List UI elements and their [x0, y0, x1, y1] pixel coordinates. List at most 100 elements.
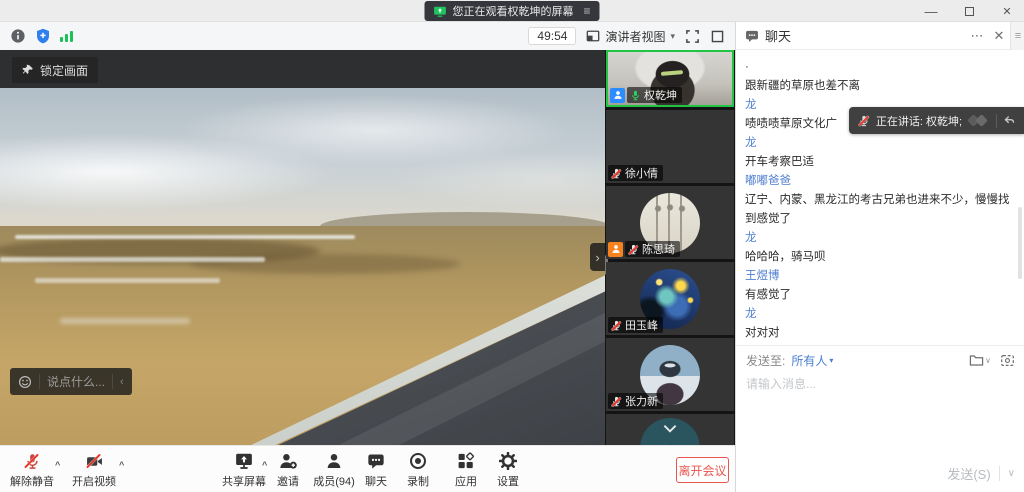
mic-on-icon: [630, 90, 641, 101]
panel-menu-handle[interactable]: ≡: [1010, 22, 1024, 50]
chat-panel: 聊天 ⋯ ✕ ≡ · 跟新疆的草原也差不离 龙 啧啧啧草原文化广 龙 开车考察巴…: [735, 22, 1024, 492]
network-signal-icon[interactable]: [60, 30, 73, 42]
quick-chat-collapse-icon[interactable]: ‹: [120, 376, 124, 388]
chat-message: ·: [745, 58, 1017, 77]
send-file-button[interactable]: ∨: [969, 353, 991, 368]
chat-header: 聊天 ⋯ ✕ ≡: [736, 22, 1024, 50]
participant-tile-partial[interactable]: [606, 414, 734, 445]
mic-muted-icon: [611, 396, 622, 407]
chat-close-button[interactable]: ✕: [988, 22, 1010, 50]
camera-off-icon: [86, 453, 103, 470]
leave-meeting-button[interactable]: 离开会议: [676, 457, 729, 483]
participant-tile[interactable]: 张力新: [606, 338, 734, 411]
security-shield-icon[interactable]: [35, 28, 51, 44]
send-to-label: 发送至:: [746, 352, 785, 369]
quick-chat-placeholder: 说点什么...: [47, 373, 105, 390]
record-icon: [409, 452, 427, 470]
chat-icon: [367, 452, 385, 470]
screen-cast-icon: [433, 6, 446, 17]
start-video-label: 开启视频: [72, 473, 116, 489]
settings-button[interactable]: 设置: [478, 451, 538, 489]
send-button[interactable]: 发送(S): [947, 464, 990, 483]
chat-sender: 龙: [745, 134, 1017, 153]
member-badge-icon: [610, 88, 625, 103]
view-mode-caret-icon: ▾: [670, 31, 675, 42]
meeting-info-icon[interactable]: [10, 28, 26, 44]
mic-options-caret[interactable]: ^: [55, 460, 60, 470]
chat-sender: 龙: [745, 229, 1017, 248]
screenshot-icon[interactable]: [1000, 353, 1015, 368]
close-button[interactable]: ✕: [1000, 4, 1014, 18]
emoji-icon[interactable]: [18, 375, 32, 389]
pinned-view-badge[interactable]: 锁定画面: [12, 57, 98, 83]
quick-chat-bar[interactable]: 说点什么... ‹: [10, 368, 132, 395]
participant-tile[interactable]: 权乾坤: [606, 50, 734, 107]
scroll-more-chevron-icon[interactable]: [663, 424, 678, 434]
chat-sender: 王煜博: [745, 267, 1017, 286]
send-button-group: 发送(S) ∨: [947, 464, 1015, 483]
video-options-caret[interactable]: ^: [119, 460, 124, 470]
mic-muted-icon: [628, 244, 639, 255]
meeting-timer: 49:54: [528, 27, 576, 45]
mic-muted-icon: [858, 115, 870, 127]
window-layout-icon[interactable]: [710, 29, 725, 44]
meeting-info-toolbar: 49:54 演讲者视图 ▾: [0, 22, 735, 50]
members-icon: [325, 452, 343, 470]
watching-badge-text: 您正在观看权乾坤的屏幕: [452, 3, 573, 19]
send-to-caret-icon: ▾: [829, 356, 833, 365]
participant-tile[interactable]: 陈思琦: [606, 186, 734, 259]
send-to-selector[interactable]: 所有人 ▾: [791, 352, 833, 369]
mic-muted-icon: [611, 168, 622, 179]
chat-message: 对对对: [745, 324, 1017, 343]
start-video-button[interactable]: 开启视频: [64, 451, 124, 489]
participant-tile[interactable]: 田玉峰: [606, 262, 734, 335]
chat-message: 有感觉了: [745, 286, 1017, 305]
chat-compose-area: 发送至: 所有人 ▾ ∨ 发送(S) ∨: [736, 345, 1024, 492]
shared-screen-stage: 锁定画面 说点什么... ‹ ›: [0, 50, 605, 445]
settings-label: 设置: [497, 473, 519, 489]
speaking-toast: 正在讲话: 权乾坤;: [849, 107, 1024, 134]
chat-message-list: · 跟新疆的草原也差不离 龙 啧啧啧草原文化广 龙 开车考察巴适 嘟嘟爸爸 辽宁…: [736, 51, 1024, 367]
landscape-sky: [0, 88, 605, 228]
chat-more-button[interactable]: ⋯: [966, 22, 988, 50]
minimize-button[interactable]: —: [924, 4, 938, 18]
chat-message: 哈哈哈，骑马呗: [745, 248, 1017, 267]
send-to-value: 所有人: [791, 352, 827, 369]
unmute-label: 解除静音: [10, 473, 54, 489]
chat-message: 开车考察巴适: [745, 153, 1017, 172]
window-controls: — ✕: [924, 0, 1014, 22]
chat-scrollbar[interactable]: [1018, 207, 1022, 279]
participant-tile[interactable]: 徐小倩: [606, 110, 734, 183]
chat-sender: 嘟嘟爸爸: [745, 172, 1017, 191]
maximize-button[interactable]: [962, 4, 976, 18]
chat-button-label: 聊天: [365, 473, 387, 489]
send-options-caret-icon[interactable]: ∨: [1008, 468, 1015, 479]
participant-name: 权乾坤: [644, 87, 677, 103]
chat-bubble-icon: [745, 29, 759, 43]
watching-screen-badge: 您正在观看权乾坤的屏幕 ≡: [424, 1, 599, 21]
participant-strip-toggle[interactable]: ›: [590, 243, 605, 271]
badge-menu-icon[interactable]: ≡: [583, 4, 590, 18]
participant-name: 陈思琦: [642, 241, 675, 257]
apps-icon: [457, 452, 475, 470]
fullscreen-icon[interactable]: [685, 29, 700, 44]
reaction-icons[interactable]: [968, 114, 990, 128]
invite-label: 邀请: [277, 473, 299, 489]
chat-panel-title: 聊天: [765, 26, 791, 45]
meeting-window: 您正在观看权乾坤的屏幕 ≡ — ✕ 49:54 演讲者视图 ▾: [0, 0, 1024, 492]
pin-icon: [22, 64, 34, 76]
settings-gear-icon: [499, 452, 517, 470]
participant-name: 田玉峰: [625, 317, 658, 333]
invite-icon: [279, 452, 297, 470]
view-mode-selector[interactable]: 演讲者视图 ▾: [586, 28, 675, 45]
speaking-toast-text: 正在讲话: 权乾坤;: [876, 113, 962, 129]
chat-message: 辽宁、内蒙、黑龙江的考古兄弟也进来不少，慢慢找到感觉了: [745, 191, 1017, 229]
participant-strip: 权乾坤 徐小倩 陈思琦 田: [605, 50, 735, 445]
mic-muted-icon: [24, 453, 41, 470]
host-badge-icon: [608, 242, 623, 257]
maximize-icon: [965, 7, 974, 16]
chat-message-input[interactable]: [746, 377, 1014, 391]
unmute-button[interactable]: 解除静音: [2, 451, 62, 489]
reply-arrow-icon[interactable]: [1003, 114, 1016, 127]
pin-label: 锁定画面: [40, 62, 88, 79]
